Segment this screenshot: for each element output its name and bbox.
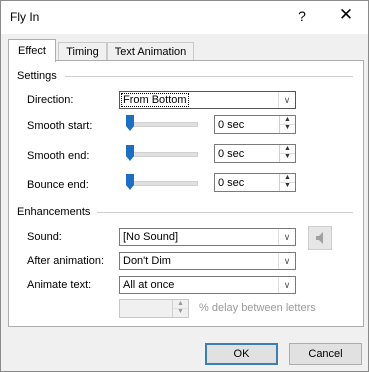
spin-down-icon[interactable]: ▼: [280, 153, 295, 161]
smooth-end-label: Smooth end:: [27, 150, 90, 162]
tab-effect[interactable]: Effect: [8, 39, 56, 62]
after-animation-dropdown[interactable]: Don't Dim ∨: [119, 252, 296, 270]
chevron-down-icon: ∨: [278, 92, 295, 108]
tab-text-animation[interactable]: Text Animation: [107, 42, 194, 61]
bounce-end-value: 0 sec: [218, 177, 245, 189]
speaker-icon: [316, 232, 323, 244]
settings-divider: [65, 76, 353, 77]
enhancements-group-label: Enhancements: [17, 206, 91, 218]
dialog-window: Fly In ? ✕ Effect Timing Text Animation …: [0, 0, 369, 372]
smooth-start-value: 0 sec: [218, 119, 245, 131]
close-button[interactable]: ✕: [335, 5, 357, 25]
after-animation-value: Don't Dim: [123, 255, 171, 267]
delay-spinner[interactable]: ▲ ▼: [119, 299, 189, 318]
sound-volume-button[interactable]: [308, 226, 332, 250]
settings-group-label: Settings: [17, 70, 57, 82]
dialog-title: Fly In: [10, 10, 40, 24]
sound-value: [No Sound]: [123, 231, 179, 243]
title-bar: Fly In ? ✕: [1, 1, 368, 34]
direction-dropdown[interactable]: From Bottom ∨: [119, 91, 296, 109]
smooth-end-spinner[interactable]: 0 sec ▲ ▼: [214, 144, 296, 163]
sound-label: Sound:: [27, 231, 62, 243]
smooth-start-slider-thumb[interactable]: [126, 115, 134, 131]
enhancements-divider: [97, 212, 353, 213]
cancel-button[interactable]: Cancel: [289, 343, 362, 365]
animate-text-label: Animate text:: [27, 279, 92, 291]
chevron-down-icon: ∨: [278, 277, 295, 293]
ok-button[interactable]: OK: [205, 343, 278, 365]
delay-suffix-label: % delay between letters: [199, 302, 316, 314]
bounce-end-slider-track[interactable]: [126, 181, 198, 186]
chevron-down-icon: ∨: [278, 253, 295, 269]
bounce-end-slider-thumb[interactable]: [126, 174, 134, 190]
bounce-end-label: Bounce end:: [27, 179, 89, 191]
animate-text-dropdown[interactable]: All at once ∨: [119, 276, 296, 294]
spin-down-icon[interactable]: ▼: [280, 124, 295, 132]
smooth-end-slider-thumb[interactable]: [126, 145, 134, 161]
smooth-start-spinner[interactable]: 0 sec ▲ ▼: [214, 115, 296, 134]
direction-label: Direction:: [27, 94, 74, 106]
direction-value: From Bottom: [121, 93, 189, 107]
chevron-down-icon: ∨: [278, 229, 295, 245]
bounce-end-spinner[interactable]: 0 sec ▲ ▼: [214, 173, 296, 192]
smooth-start-label: Smooth start:: [27, 120, 93, 132]
smooth-end-slider-track[interactable]: [126, 152, 198, 157]
smooth-start-slider-track[interactable]: [126, 122, 198, 127]
smooth-end-value: 0 sec: [218, 148, 245, 160]
spin-down-icon[interactable]: ▼: [173, 308, 188, 316]
sound-dropdown[interactable]: [No Sound] ∨: [119, 228, 296, 246]
help-button[interactable]: ?: [294, 8, 310, 24]
tab-timing[interactable]: Timing: [58, 42, 107, 61]
after-animation-label: After animation:: [27, 255, 105, 267]
spin-down-icon[interactable]: ▼: [280, 182, 295, 190]
animate-text-value: All at once: [123, 279, 175, 291]
